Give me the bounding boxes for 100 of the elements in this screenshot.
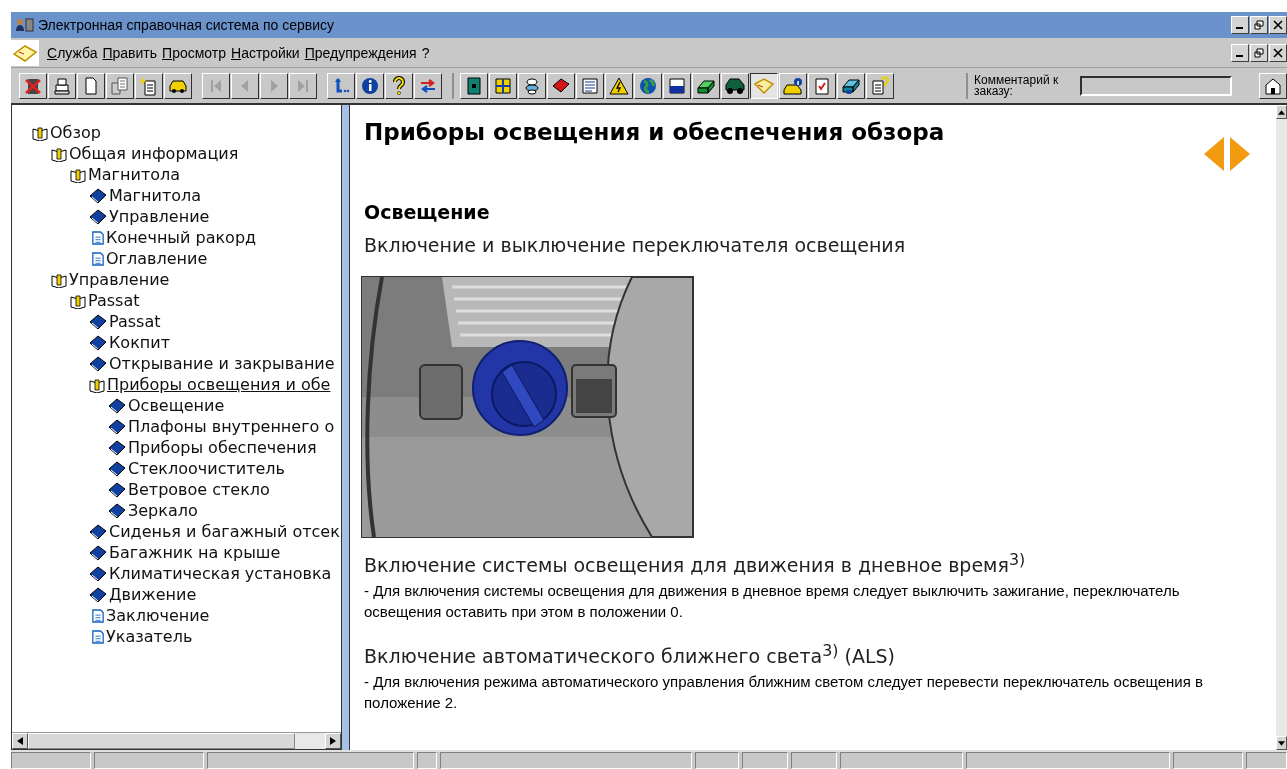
tree-item[interactable]: Освещение	[128, 396, 225, 415]
menu-item[interactable]: Просмотр	[162, 44, 226, 61]
tree-item[interactable]: Сиденья и багажный отсек	[109, 522, 340, 541]
tree-item[interactable]: Зеркало	[128, 501, 198, 520]
horizontal-scrollbar[interactable]	[12, 732, 341, 749]
globe-button[interactable]	[634, 72, 662, 99]
restore-button[interactable]	[1250, 16, 1268, 34]
splitter[interactable]	[342, 105, 350, 750]
status-panel	[1246, 752, 1287, 769]
home-button[interactable]	[1259, 72, 1287, 99]
menu-item[interactable]: Служба	[47, 44, 98, 61]
printer-icon	[52, 75, 72, 96]
car-info-button[interactable]	[779, 72, 807, 99]
list-button[interactable]	[576, 72, 604, 99]
printer-button[interactable]	[48, 72, 76, 99]
left-arrow-icon	[17, 737, 23, 745]
car-info-icon	[783, 75, 803, 96]
close-icon	[1273, 47, 1283, 58]
right-arrow-icon	[330, 737, 336, 745]
status-panel	[742, 752, 788, 769]
grid-button[interactable]	[489, 72, 517, 99]
document-star-button[interactable]	[135, 72, 163, 99]
document-star-icon	[139, 75, 159, 96]
tree-item[interactable]: Заключение	[106, 606, 210, 625]
minimize-button[interactable]	[1231, 43, 1249, 62]
return-arrow-button[interactable]	[327, 72, 355, 99]
tree-item[interactable]: Стеклоочиститель	[128, 459, 285, 478]
tree-item[interactable]: Оглавление	[106, 249, 208, 268]
warning-icon	[609, 75, 629, 96]
open-book-button[interactable]	[750, 72, 778, 99]
tree-item[interactable]: Климатическая установка	[109, 564, 332, 583]
minimize-button[interactable]	[1231, 16, 1249, 34]
up-arrow-icon	[1278, 109, 1285, 115]
help-document-button[interactable]	[866, 72, 894, 99]
open-book-icon	[32, 124, 48, 141]
open-book-icon	[70, 166, 86, 183]
comment-label: Комментарий к заказу:	[974, 74, 1060, 97]
car-button[interactable]	[721, 72, 749, 99]
tree-item[interactable]: Общая информация	[69, 144, 239, 163]
tree-item[interactable]: Магнитола	[109, 186, 201, 205]
box-eye-button[interactable]	[837, 72, 865, 99]
warning-button[interactable]	[605, 72, 633, 99]
open-book-icon	[11, 39, 39, 66]
car-button[interactable]	[164, 72, 192, 99]
page-icon	[92, 608, 104, 623]
window-button[interactable]	[663, 72, 691, 99]
grid-icon	[493, 75, 513, 96]
open-book-icon	[51, 271, 67, 288]
info-icon	[360, 75, 380, 96]
tree-item[interactable]: Приборы обеспечения	[128, 438, 317, 457]
box-button[interactable]	[692, 72, 720, 99]
page-icon	[92, 629, 104, 644]
close-icon	[1273, 20, 1283, 30]
tree-item[interactable]: Магнитола	[88, 165, 180, 184]
swap-arrows-button[interactable]	[414, 72, 442, 99]
restore-button[interactable]	[1250, 43, 1268, 62]
paragraph-heading: Включение системы освещения для движения в дневное время$^{3)}$	[364, 550, 1027, 577]
tree-item[interactable]: Конечный ракорд	[106, 228, 257, 247]
help-button[interactable]	[385, 72, 413, 99]
status-panel	[417, 752, 437, 769]
exit-button[interactable]	[19, 72, 47, 99]
tree-item[interactable]: Движение	[109, 585, 197, 604]
close-button[interactable]	[1269, 16, 1287, 34]
menu-item[interactable]: Предупреждения	[304, 44, 417, 61]
clipboard-button[interactable]	[808, 72, 836, 99]
page-icon	[92, 230, 104, 245]
tree-item[interactable]: Багажник на крыше	[109, 543, 281, 562]
tree-item[interactable]: Управление	[109, 207, 210, 226]
section-heading: Освещение	[364, 201, 490, 223]
menu-item[interactable]: Править	[102, 44, 158, 61]
menu-item[interactable]: Настройки	[231, 44, 300, 61]
tree-item[interactable]: Ветровое стекло	[128, 480, 270, 499]
restore-icon	[1254, 47, 1264, 58]
subheading: Включение и выключение переключателя освещения	[364, 234, 906, 256]
status-panel	[791, 752, 837, 769]
tree-item[interactable]: Кокпит	[109, 333, 170, 352]
page-icon	[92, 251, 104, 266]
tree-item[interactable]: Открывание и закрывание	[109, 354, 335, 373]
minimize-icon	[1235, 27, 1245, 30]
tree-item[interactable]: Passat	[88, 291, 140, 310]
minimize-icon	[1235, 54, 1245, 58]
stack-button[interactable]	[518, 72, 546, 99]
documents-icon	[110, 75, 130, 96]
menu-item[interactable]: ?	[421, 44, 430, 61]
documents-button[interactable]	[106, 72, 134, 99]
comment-field[interactable]	[1080, 75, 1232, 96]
window-title: Электронная справочная система по сервису	[38, 17, 334, 33]
document-button[interactable]	[77, 72, 105, 99]
tree-item[interactable]: Указатель	[106, 627, 193, 646]
app-icon	[15, 18, 35, 32]
tree-item[interactable]: Приборы освещения и обе	[107, 375, 331, 394]
tree-item[interactable]: Управление	[69, 270, 170, 289]
tree-item[interactable]: Плафоны внутреннего о	[128, 417, 335, 436]
status-panel	[695, 752, 739, 769]
info-button[interactable]	[356, 72, 384, 99]
tree-item[interactable]: Passat	[109, 312, 161, 331]
tree-item[interactable]: Обзор	[50, 123, 101, 142]
vertical-scrollbar[interactable]	[1276, 105, 1287, 750]
close-button[interactable]	[1269, 43, 1287, 62]
window-icon	[667, 75, 687, 96]
